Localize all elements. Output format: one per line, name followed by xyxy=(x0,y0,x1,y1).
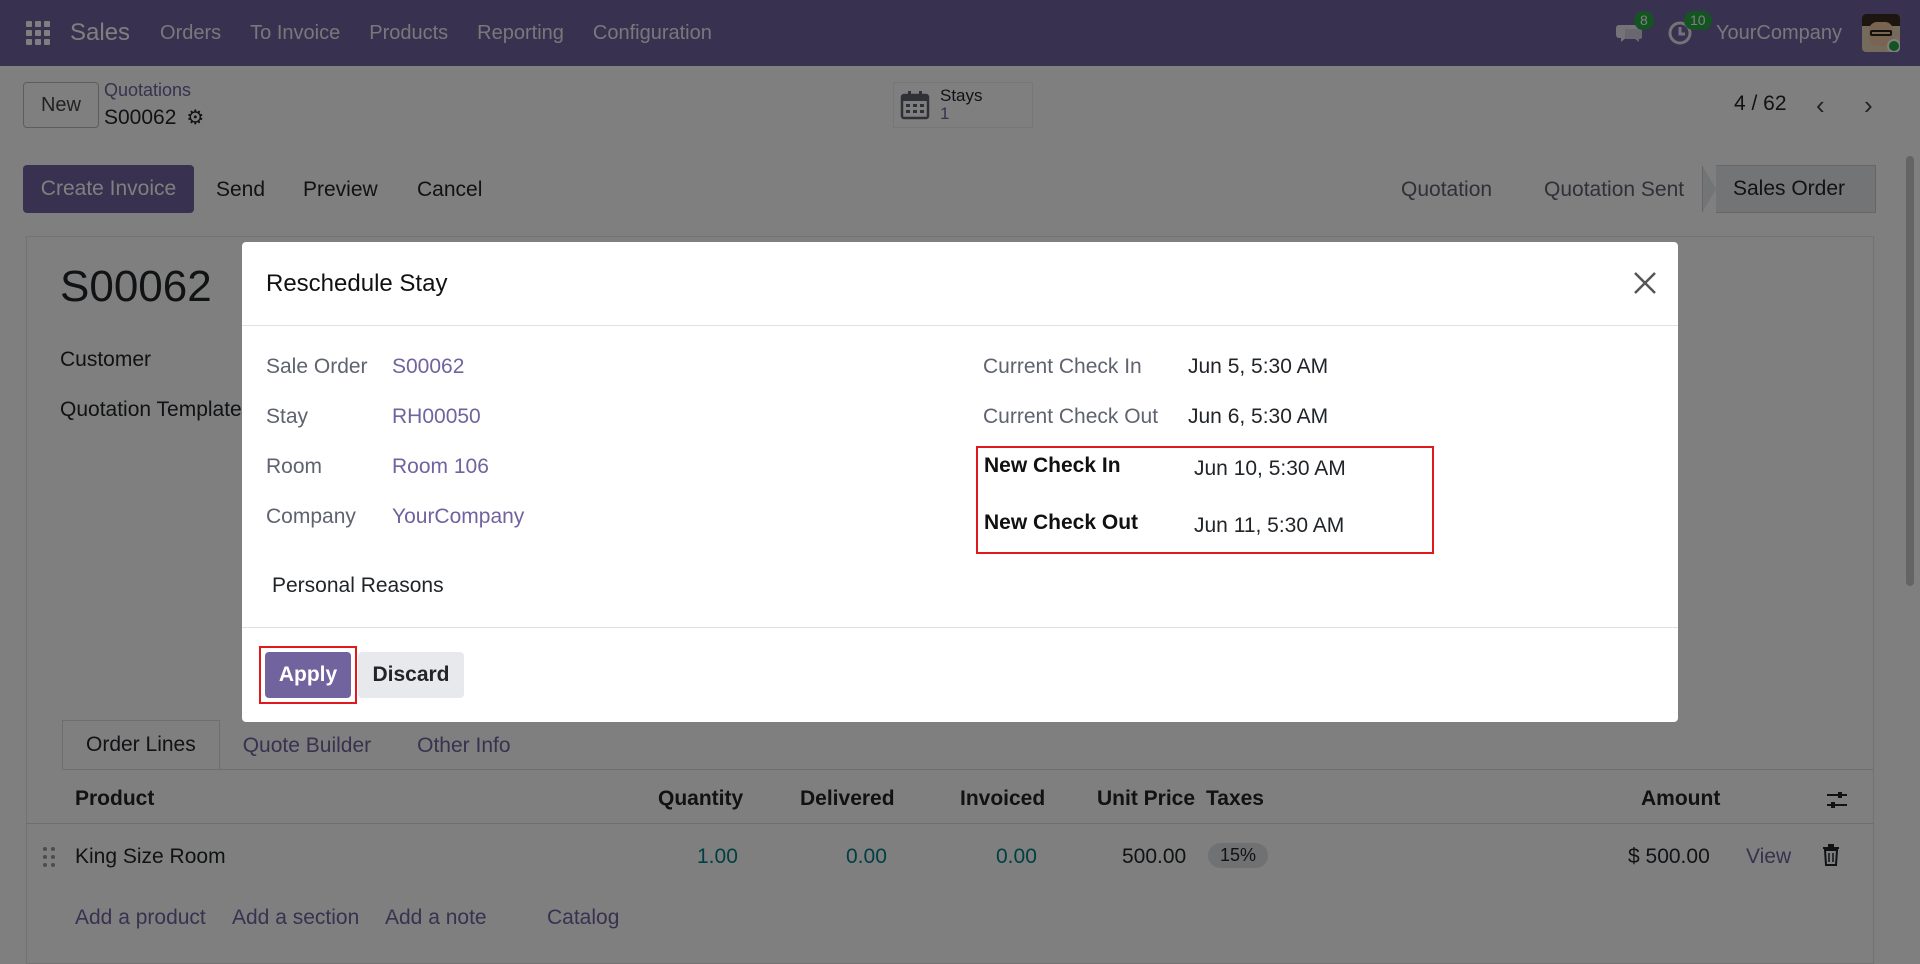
dialog-footer-divider xyxy=(242,627,1678,628)
sale-order-label: Sale Order xyxy=(266,355,368,378)
company-label: Company xyxy=(266,505,356,528)
dialog-header: Reschedule Stay xyxy=(242,242,1678,326)
discard-button[interactable]: Discard xyxy=(358,652,464,698)
new-check-out-field[interactable]: Jun 11, 5:30 AM xyxy=(1194,514,1344,538)
new-check-in-label: New Check In xyxy=(984,454,1121,477)
room-value[interactable]: Room 106 xyxy=(392,455,489,479)
current-check-in-label: Current Check In xyxy=(983,355,1142,378)
dialog-title: Reschedule Stay xyxy=(266,270,448,297)
close-icon[interactable] xyxy=(1630,268,1660,298)
company-value[interactable]: YourCompany xyxy=(392,505,524,529)
reschedule-stay-dialog: Reschedule Stay Sale Order S00062 Stay R… xyxy=(242,242,1678,722)
new-check-out-label: New Check Out xyxy=(984,511,1139,534)
apply-button[interactable]: Apply xyxy=(265,652,351,698)
room-label: Room xyxy=(266,455,323,478)
sale-order-value[interactable]: S00062 xyxy=(392,355,464,379)
stay-label: Stay xyxy=(266,405,309,428)
current-check-in-value: Jun 5, 5:30 AM xyxy=(1188,355,1329,378)
stay-value[interactable]: RH00050 xyxy=(392,405,481,429)
new-check-in-field[interactable]: Jun 10, 5:30 AM xyxy=(1194,457,1346,481)
reason-field[interactable]: Personal Reasons xyxy=(272,574,444,598)
current-check-out-label: Current Check Out xyxy=(983,405,1159,428)
current-check-out-value: Jun 6, 5:30 AM xyxy=(1188,405,1329,428)
